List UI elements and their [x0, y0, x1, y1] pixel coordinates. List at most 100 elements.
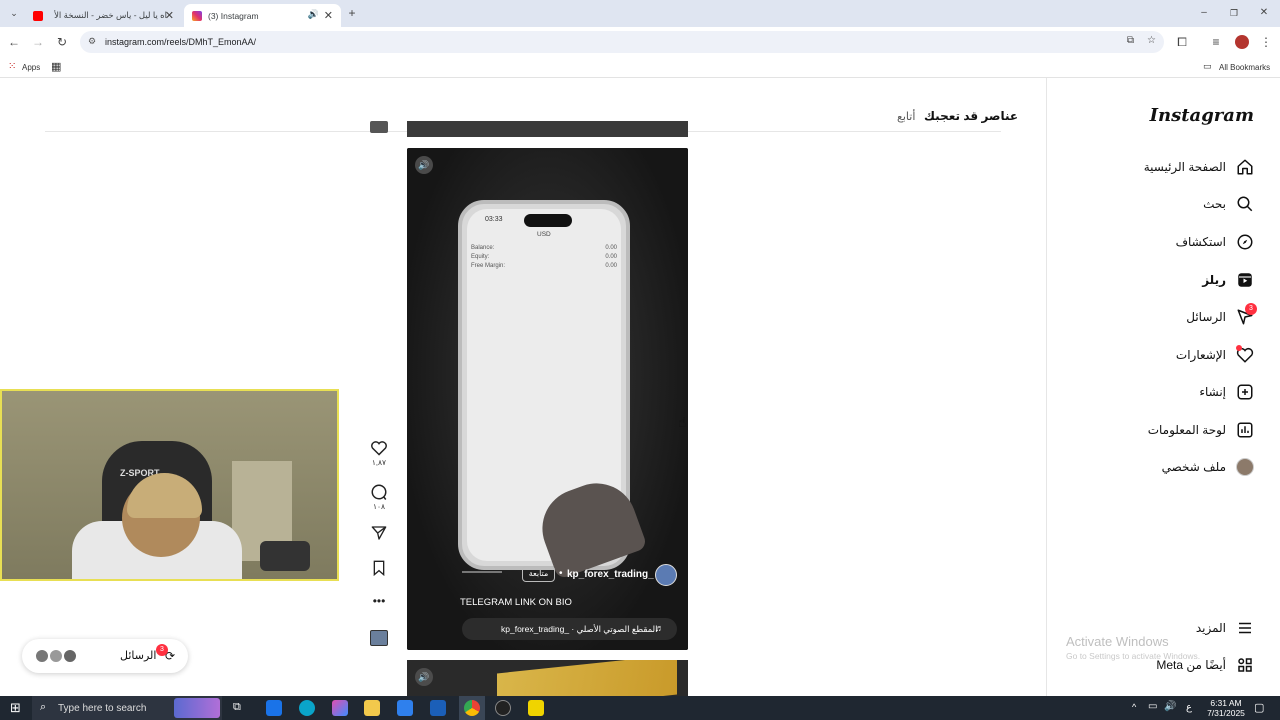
sidebar-item-dashboard[interactable]: لوحة المعلومات	[1047, 412, 1280, 448]
tab-youtube[interactable]: اه يا ليل - ياس خضر - النسخة الأ ✕	[25, 4, 182, 27]
save-button[interactable]	[368, 560, 390, 576]
comment-count: ١٠٨	[372, 502, 386, 511]
apps-icon	[1238, 658, 1252, 672]
defender-icon[interactable]	[430, 700, 446, 716]
sidebar-item-home[interactable]: الصفحة الرئيسية	[1047, 149, 1280, 185]
clock-date: 7/31/2025	[1207, 708, 1245, 718]
previous-reel[interactable]	[407, 121, 688, 137]
sidebar-item-profile[interactable]: ملف شخصي	[1047, 449, 1280, 485]
language-indicator[interactable]: ع	[1186, 702, 1192, 713]
notification-dot	[1236, 345, 1242, 351]
sidebar-item-search[interactable]: بحث	[1047, 186, 1280, 222]
sidebar-item-reels[interactable]: ريلز	[1047, 262, 1280, 298]
follow-link[interactable]: أتابع	[897, 110, 915, 123]
restore-button[interactable]: ❐	[1226, 5, 1242, 21]
outlook-icon[interactable]	[266, 700, 282, 716]
sidebar-item-label: استكشاف	[1175, 235, 1226, 249]
apps-link[interactable]: Apps	[22, 63, 40, 72]
comment-button[interactable]: ١٠٨	[368, 483, 390, 511]
next-reel-thumbnail	[497, 660, 677, 696]
task-view-icon[interactable]: ⧉	[233, 701, 241, 714]
install-app-icon[interactable]: ⧉	[1127, 35, 1134, 46]
menu-icon	[1239, 622, 1251, 634]
minimize-button[interactable]: –	[1196, 5, 1212, 21]
file-explorer-icon[interactable]	[364, 700, 380, 716]
new-tab-button[interactable]: +	[344, 5, 360, 21]
like-button[interactable]: ١,٨٧	[368, 440, 390, 467]
forward-button[interactable]: →	[30, 34, 46, 50]
reel-video[interactable]: 🔊 03:33 USD Balance: 0.00 Equity: 0.00 F…	[407, 148, 688, 650]
separator-dot: •	[559, 568, 563, 579]
reel-caption: TELEGRAM LINK ON BIO	[460, 597, 572, 608]
windows-start-icon[interactable]: ⊞	[10, 701, 21, 715]
webcam-overlay: Z-SPORT	[0, 389, 339, 581]
camera-equipment	[260, 541, 310, 571]
extensions-icon[interactable]: ⧠	[1174, 34, 1190, 50]
tab-strip: ⌄ اه يا ليل - ياس خضر - النسخة الأ ✕ (3)…	[0, 0, 1280, 27]
share-button[interactable]	[368, 525, 390, 541]
dashboard-icon	[1237, 422, 1253, 438]
site-info-icon[interactable]: ⚙	[88, 36, 96, 47]
sidebar-item-notifications[interactable]: الإشعارات	[1047, 337, 1280, 373]
address-bar[interactable]: ⚙ instagram.com/reels/DMhT_EmonAA/ ⧉ ☆	[80, 31, 1164, 53]
volume-icon[interactable]: 🔊	[415, 668, 433, 686]
app-icon[interactable]	[528, 700, 544, 716]
apps-grid-icon[interactable]: ⁙	[8, 61, 16, 72]
activate-windows-subtitle: Go to Settings to activate Windows.	[1066, 651, 1201, 661]
bookmark-icon	[373, 560, 385, 576]
taskbar-search[interactable]: ⌕ Type here to search	[32, 696, 222, 720]
obs-icon[interactable]	[495, 700, 511, 716]
home-icon	[1237, 159, 1253, 175]
suggested-title: عناصر قد تعجبك	[924, 109, 1019, 123]
sidebar-item-messages[interactable]: الرسائل 3	[1047, 299, 1280, 335]
reload-button[interactable]: ↻	[54, 34, 70, 50]
back-button[interactable]: ←	[6, 34, 22, 50]
profile-avatar[interactable]	[1235, 35, 1249, 49]
messages-pill[interactable]: الرسائل ⟳ 3	[22, 639, 188, 673]
tray-chevron-icon[interactable]: ^	[1132, 702, 1136, 712]
heart-icon	[1236, 345, 1254, 364]
notification-center-icon[interactable]: ▢	[1254, 701, 1264, 714]
speaker-icon[interactable]: 🔊	[308, 9, 319, 20]
bookmarks-bar: ⁙ Apps ▦ ▭ All Bookmarks	[0, 57, 1280, 78]
close-icon[interactable]: ✕	[165, 9, 174, 22]
tab-groups-icon[interactable]: ▦	[51, 60, 61, 73]
bookmark-star-icon[interactable]: ☆	[1147, 35, 1156, 46]
close-icon[interactable]: ✕	[324, 9, 333, 22]
audio-thumbnail[interactable]	[370, 630, 388, 646]
follow-button[interactable]: متابعة	[522, 566, 555, 582]
volume-icon[interactable]: 🔊	[1164, 701, 1176, 712]
previous-reel-avatar[interactable]	[370, 121, 388, 133]
copilot-icon[interactable]	[332, 700, 348, 716]
sidebar-item-label: الصفحة الرئيسية	[1143, 160, 1226, 174]
chrome-taskbar-item[interactable]	[459, 696, 485, 720]
chrome-icon	[464, 700, 480, 716]
sidebar-item-label: إنشاء	[1199, 385, 1226, 399]
folder-icon: ▭	[1203, 61, 1212, 71]
sidebar-item-label: الإشعارات	[1175, 348, 1226, 362]
sidebar-item-create[interactable]: إنشاء	[1047, 374, 1280, 410]
url-text: instagram.com/reels/DMhT_EmonAA/	[105, 37, 257, 47]
username-link[interactable]: kp_forex_trading_	[567, 569, 654, 580]
taskbar: ⊞ ⌕ Type here to search ⧉ ^ ▭ 🔊 ع 6:31 A…	[0, 696, 1280, 720]
tab-title: (3) Instagram	[208, 10, 259, 21]
clock[interactable]: 6:31 AM 7/31/2025	[1204, 698, 1248, 718]
volume-icon[interactable]: 🔊	[415, 156, 433, 174]
tab-search-chevron-icon[interactable]: ⌄	[6, 5, 22, 21]
search-placeholder: Type here to search	[58, 703, 147, 714]
toolbar: ← → ↻ ⚙ instagram.com/reels/DMhT_EmonAA/…	[0, 27, 1280, 57]
store-icon[interactable]	[397, 700, 413, 716]
next-reel[interactable]: 🔊	[407, 660, 688, 696]
more-options-icon[interactable]: •••	[368, 594, 390, 608]
network-icon[interactable]: ▭	[1148, 701, 1157, 712]
window-close-button[interactable]: ✕	[1256, 5, 1272, 21]
instagram-logo[interactable]: Instagram	[1150, 105, 1254, 126]
all-bookmarks-link[interactable]: All Bookmarks	[1219, 63, 1270, 72]
user-avatar[interactable]	[655, 564, 677, 586]
tab-instagram[interactable]: (3) Instagram 🔊 ✕	[184, 4, 341, 27]
menu-icon[interactable]: ⋮	[1258, 34, 1274, 50]
free-margin-label: Free Margin:	[471, 263, 506, 269]
edge-icon[interactable]	[299, 700, 315, 716]
sidebar-item-explore[interactable]: استكشاف	[1047, 224, 1280, 260]
reading-list-icon[interactable]: ≡	[1208, 34, 1224, 50]
